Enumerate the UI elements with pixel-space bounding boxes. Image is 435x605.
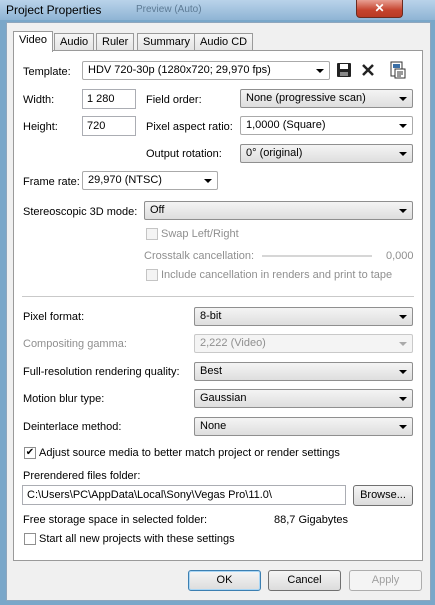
frame-rate-value: 29,970 (NTSC) (88, 174, 162, 186)
browse-button[interactable]: Browse... (353, 485, 413, 506)
storage-value: 88,7 Gigabytes (274, 514, 348, 526)
crosstalk-slider[interactable] (262, 255, 372, 257)
deinterlace-value: None (200, 420, 227, 432)
cancel-button[interactable]: Cancel (268, 570, 341, 591)
crosstalk-label: Crosstalk cancellation: (144, 250, 255, 262)
motion-blur-value: Gaussian (200, 392, 247, 404)
pixel-format-label: Pixel format: (23, 311, 85, 323)
height-label: Height: (23, 121, 58, 133)
chevron-down-icon (399, 397, 407, 401)
apply-button[interactable]: Apply (349, 570, 422, 591)
tab-audio-cd[interactable]: Audio CD (194, 33, 254, 51)
render-quality-value: Best (200, 365, 223, 377)
chevron-down-icon (316, 69, 324, 73)
close-button[interactable]: ✕ (356, 0, 403, 18)
separator (22, 296, 414, 297)
template-select[interactable]: HDV 720-30p (1280x720; 29,970 fps) (82, 61, 330, 80)
render-quality-label: Full-resolution rendering quality: (23, 366, 180, 378)
stereo-select[interactable]: Off (144, 201, 413, 220)
gamma-select[interactable]: 2,222 (Video) (194, 334, 413, 353)
template-value: HDV 720-30p (1280x720; 29,970 fps) (88, 64, 271, 76)
frame-rate-select[interactable]: 29,970 (NTSC) (82, 171, 218, 190)
chevron-down-icon (399, 124, 407, 128)
swap-checkbox[interactable] (146, 228, 158, 240)
width-field[interactable]: 1 280 (82, 89, 136, 109)
include-cancellation-label: Include cancellation in renders and prin… (161, 269, 393, 281)
adjust-media-checkbox[interactable]: ✔ (24, 447, 36, 459)
gamma-label: Compositing gamma: (23, 338, 127, 350)
deinterlace-label: Deinterlace method: (23, 421, 122, 433)
field-order-value: None (progressive scan) (246, 92, 366, 104)
checkmark-icon: ✔ (25, 447, 35, 458)
motion-blur-select[interactable]: Gaussian (194, 389, 413, 408)
tab-summary[interactable]: Summary (137, 33, 197, 51)
chevron-down-icon (399, 342, 407, 346)
template-label: Template: (23, 66, 71, 78)
pixel-aspect-select[interactable]: 1,0000 (Square) (240, 116, 413, 135)
window-title: Project Properties (6, 3, 102, 17)
pixel-aspect-value: 1,0000 (Square) (246, 119, 326, 131)
delete-template-button[interactable] (360, 62, 378, 80)
tab-video[interactable]: Video (13, 31, 53, 52)
close-icon: ✕ (374, 1, 385, 15)
chevron-down-icon (399, 425, 407, 429)
chevron-down-icon (399, 315, 407, 319)
match-media-icon (390, 61, 406, 79)
chevron-down-icon (399, 152, 407, 156)
tab-audio[interactable]: Audio (54, 33, 95, 51)
gamma-value: 2,222 (Video) (200, 337, 266, 349)
start-all-checkbox[interactable] (24, 533, 36, 545)
ok-button[interactable]: OK (188, 570, 261, 591)
background-window-title: Preview (Auto) (136, 4, 202, 15)
prerender-label: Prerendered files folder: (23, 470, 141, 482)
delete-icon (362, 64, 374, 76)
deinterlace-select[interactable]: None (194, 417, 413, 436)
stereo-value: Off (150, 204, 165, 216)
frame-rate-label: Frame rate: (23, 176, 80, 188)
save-icon (337, 63, 351, 77)
chevron-down-icon (399, 97, 407, 101)
render-quality-select[interactable]: Best (194, 362, 413, 381)
stereo-label: Stereoscopic 3D mode: (23, 206, 138, 218)
chevron-down-icon (399, 370, 407, 374)
height-field[interactable]: 720 (82, 116, 136, 136)
field-order-label: Field order: (146, 94, 202, 106)
match-media-button[interactable] (389, 61, 407, 79)
width-label: Width: (23, 94, 55, 106)
chevron-down-icon (204, 179, 212, 183)
field-order-select[interactable]: None (progressive scan) (240, 89, 413, 108)
output-rotation-value: 0° (original) (246, 147, 303, 159)
output-rotation-label: Output rotation: (146, 148, 222, 160)
chevron-down-icon (399, 209, 407, 213)
start-all-label: Start all new projects with these settin… (39, 533, 235, 545)
pixel-format-value: 8-bit (200, 310, 222, 322)
prerender-path-field[interactable]: C:\Users\PC\AppData\Local\Sony\Vegas Pro… (22, 485, 346, 505)
save-template-button[interactable] (336, 62, 354, 80)
swap-label: Swap Left/Right (161, 228, 239, 240)
tab-ruler[interactable]: Ruler (96, 33, 135, 51)
adjust-media-label: Adjust source media to better match proj… (39, 447, 340, 459)
pixel-aspect-label: Pixel aspect ratio: (146, 121, 233, 133)
output-rotation-select[interactable]: 0° (original) (240, 144, 413, 163)
motion-blur-label: Motion blur type: (23, 393, 105, 405)
crosstalk-value: 0,000 (386, 250, 414, 262)
pixel-format-select[interactable]: 8-bit (194, 307, 413, 326)
storage-label: Free storage space in selected folder: (23, 514, 208, 526)
include-cancellation-checkbox[interactable] (146, 269, 158, 281)
